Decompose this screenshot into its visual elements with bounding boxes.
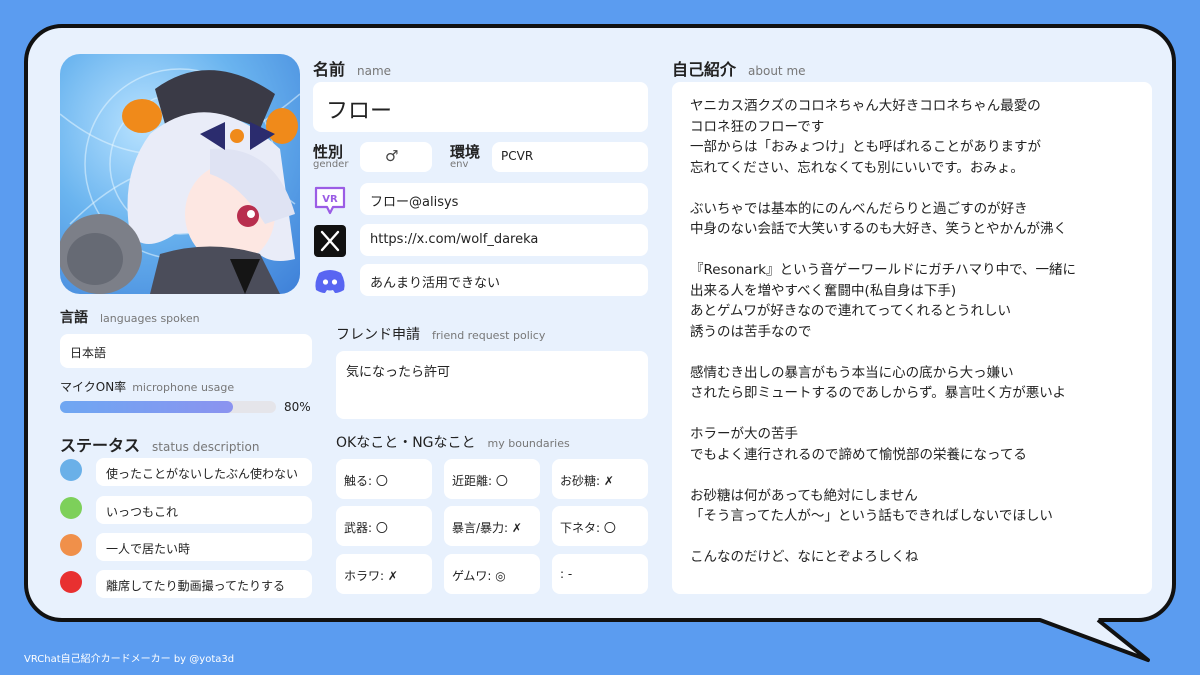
status-text: 一人で居たい時 <box>106 542 191 556</box>
name-heading: 名前 name <box>313 60 392 79</box>
status-text: いっつもこれ <box>106 505 179 519</box>
languages-value: 日本語 <box>70 346 107 360</box>
boundary-text: 近距離: 〇 <box>452 474 508 488</box>
boundaries-heading: OKなこと・NGなこと my boundaries <box>336 435 570 451</box>
status-text: 使ったことがないしたぶん使わない <box>106 467 299 481</box>
about-heading: 自己紹介 about me <box>672 60 806 79</box>
status-dot-orange <box>60 534 82 556</box>
status-dot-blue <box>60 459 82 481</box>
avatar-photo <box>60 54 300 294</box>
status-dot-green <box>60 497 82 519</box>
boundary-text: 触る: 〇 <box>344 474 388 488</box>
mic-percent: 80% <box>284 400 311 414</box>
friend-value: 気になったら許可 <box>346 365 451 380</box>
vrchat-logo-icon: VR <box>314 186 346 215</box>
svg-text:VR: VR <box>322 194 338 205</box>
boundary-text: 下ネタ: 〇 <box>560 521 616 535</box>
name-value: フロー <box>326 99 393 124</box>
x-logo-icon <box>314 225 346 257</box>
footer-credit: VRChat自己紹介カードメーカー by @yota3d <box>24 654 235 665</box>
boundary-text: ホラワ: ✗ <box>344 569 398 583</box>
discord-value: あんまり活用できない <box>370 276 501 291</box>
gender-value: ♂ <box>385 147 399 165</box>
gender-sublabel: gender <box>313 159 349 170</box>
languages-heading: 言語 languages spoken <box>60 310 200 326</box>
mic-progress-track <box>60 401 276 413</box>
x-url-value: https://x.com/wolf_dareka <box>370 232 539 247</box>
status-dot-red <box>60 571 82 593</box>
boundary-text: 暴言/暴力: ✗ <box>452 521 522 535</box>
boundary-text: 武器: 〇 <box>344 521 388 535</box>
discord-logo-icon <box>315 270 345 293</box>
env-sublabel: env <box>450 159 469 170</box>
status-heading: ステータス status description <box>60 436 260 455</box>
env-value: PCVR <box>501 149 534 163</box>
mic-heading: マイクON率 microphone usage <box>60 380 235 394</box>
mic-progress-fill <box>60 401 233 413</box>
boundary-text: : - <box>560 567 573 581</box>
friend-heading: フレンド申請 friend request policy <box>336 327 546 343</box>
boundary-text: ゲムワ: ◎ <box>452 569 506 583</box>
status-text: 離席してたり動画撮ってたりする <box>106 579 286 593</box>
boundary-text: お砂糖: ✗ <box>560 474 614 488</box>
about-text: ヤニカス酒クズのコロネちゃん大好きコロネちゃん最愛の コロネ狂のフローです 一部… <box>690 98 1077 565</box>
vrchat-id-value: フロー@alisys <box>370 195 459 210</box>
